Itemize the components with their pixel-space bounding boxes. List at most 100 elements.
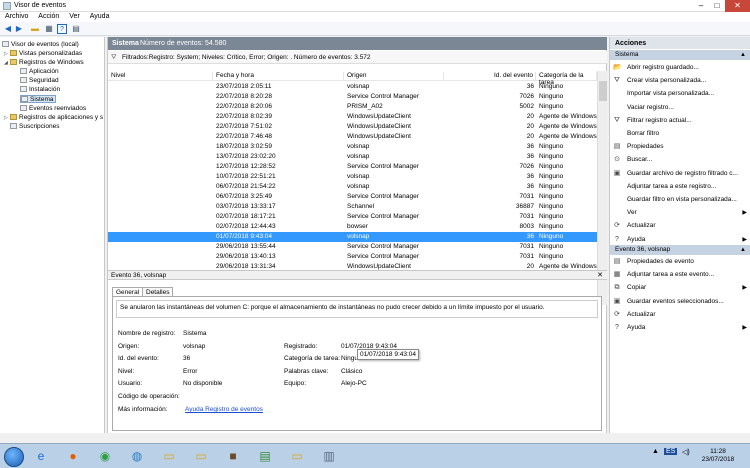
tree-item-app-service-logs[interactable]: ▷ Registros de aplicaciones y s bbox=[4, 114, 103, 122]
table-row[interactable]: !Error06/07/2018 21:54:22volsnap36Ningun… bbox=[108, 182, 597, 192]
collapse-icon[interactable]: ▲ bbox=[740, 245, 746, 255]
firefox-icon[interactable]: ● bbox=[62, 447, 84, 466]
table-row[interactable]: !Error22/07/2018 8:02:39WindowsUpdateCli… bbox=[108, 112, 597, 122]
close-button[interactable]: ✕ bbox=[725, 0, 750, 12]
table-row[interactable]: !Error02/07/2018 12:44:43bowser8003Ningu… bbox=[108, 222, 597, 232]
help-link[interactable]: Ayuda Registro de eventos bbox=[185, 406, 263, 413]
menu-ver[interactable]: Ver bbox=[64, 12, 83, 20]
tree-item-forwarded-events[interactable]: Eventos reenviados bbox=[20, 105, 86, 113]
cell-source: WindowsUpdateClient bbox=[347, 133, 411, 140]
cell-date: 06/07/2018 3:25:49 bbox=[216, 193, 273, 200]
cell-event-id: 7031 bbox=[519, 253, 534, 260]
col-event-id[interactable]: Id. del evento bbox=[444, 72, 536, 81]
action-system-0[interactable]: 📂 Abrir registro guardado... bbox=[613, 63, 749, 75]
menu-archivo[interactable]: Archivo bbox=[0, 12, 31, 20]
label-more-info: Más información: bbox=[118, 406, 168, 413]
scrollbar-thumb[interactable] bbox=[599, 81, 607, 101]
cell-task-category: Ninguno bbox=[539, 253, 564, 260]
network-icon[interactable]: ◍ bbox=[126, 447, 148, 466]
cell-source: bowser bbox=[347, 223, 368, 230]
table-row[interactable]: !Error22/07/2018 7:46:48WindowsUpdateCli… bbox=[108, 132, 597, 142]
table-row[interactable]: !Error18/07/2018 3:02:59volsnap36Ninguno bbox=[108, 142, 597, 152]
table-row[interactable]: !Error23/07/2018 2:05:11volsnap36Ninguno bbox=[108, 82, 597, 92]
close-detail-icon[interactable]: ✕ bbox=[597, 271, 603, 281]
tree-item-system[interactable]: Sistema bbox=[20, 95, 57, 103]
tree-item-windows-logs[interactable]: ◢ Registros de Windows bbox=[4, 59, 84, 67]
action-event-3[interactable]: ▣ Guardar eventos seleccionados... bbox=[613, 297, 749, 309]
menu-ayuda[interactable]: Ayuda bbox=[85, 12, 113, 20]
folder-icon[interactable]: ▬ bbox=[30, 24, 40, 34]
log-name: Sistema bbox=[112, 40, 139, 47]
table-row[interactable]: !Error13/07/2018 23:02:20volsnap36Ningun… bbox=[108, 152, 597, 162]
navigation-tree: Visor de eventos (local) ▷ Vistas persona… bbox=[0, 37, 105, 433]
table-row[interactable]: !Error22/07/2018 8:20:06PRISM_A025002Nin… bbox=[108, 102, 597, 112]
table-row[interactable]: !Error12/07/2018 12:28:52Service Control… bbox=[108, 162, 597, 172]
tree-item-root[interactable]: Visor de eventos (local) bbox=[2, 41, 79, 49]
action-system-9[interactable]: Adjuntar tarea a este registro... bbox=[613, 182, 749, 194]
col-source[interactable]: Origen bbox=[344, 72, 444, 81]
event-viewer-icon[interactable]: ▥ bbox=[318, 447, 340, 466]
folder-icon[interactable]: ▭ bbox=[158, 447, 180, 466]
tree-item-security[interactable]: Seguridad bbox=[20, 77, 59, 85]
cell-task-category: Ninguno bbox=[539, 163, 564, 170]
table-row[interactable]: !Error22/07/2018 8:20:28Service Control … bbox=[108, 92, 597, 102]
action-system-5[interactable]: Borrar filtro bbox=[613, 129, 749, 141]
notepad-icon[interactable]: ▤ bbox=[254, 447, 276, 466]
menu-accion[interactable]: Acción bbox=[33, 12, 62, 20]
table-row[interactable]: !Error02/07/2018 18:17:21Service Control… bbox=[108, 212, 597, 222]
minecraft-icon[interactable]: ■ bbox=[222, 447, 244, 466]
folder-icon-2[interactable]: ▭ bbox=[286, 447, 308, 466]
actions-section-system[interactable]: Sistema ▲ bbox=[610, 50, 750, 60]
tree-item-application[interactable]: Aplicación bbox=[20, 68, 59, 76]
forward-icon[interactable]: ▶ bbox=[14, 24, 24, 34]
ie-icon[interactable]: e bbox=[30, 447, 52, 466]
maximize-button[interactable]: □ bbox=[709, 0, 725, 12]
table-row[interactable]: !Error22/07/2018 7:51:02WindowsUpdateCli… bbox=[108, 122, 597, 132]
table-row[interactable]: !Error10/07/2018 22:51:21volsnap36Ningun… bbox=[108, 172, 597, 182]
table-row[interactable]: !Error29/06/2018 13:40:13Service Control… bbox=[108, 252, 597, 262]
cell-event-id: 36 bbox=[526, 83, 534, 90]
cell-date: 18/07/2018 3:02:59 bbox=[216, 143, 273, 150]
clock[interactable]: 11:28 23/07/2018 bbox=[696, 448, 740, 464]
cell-date: 10/07/2018 22:51:21 bbox=[216, 173, 276, 180]
start-button[interactable] bbox=[4, 447, 24, 467]
back-icon[interactable]: ◀ bbox=[3, 24, 13, 34]
action-system-4[interactable]: ⛛ Filtrar registro actual... bbox=[613, 116, 749, 128]
volume-icon[interactable]: ◁) bbox=[682, 448, 690, 456]
tree-item-setup[interactable]: Instalación bbox=[20, 86, 60, 94]
action-event-0[interactable]: ▤ Propiedades de evento bbox=[613, 257, 749, 269]
tray-expand-icon[interactable]: ▲ bbox=[652, 448, 659, 455]
action-system-7[interactable]: ⊙ Buscar... bbox=[613, 155, 749, 167]
action-system-10[interactable]: Guardar filtro en vista personalizada... bbox=[613, 195, 749, 207]
table-row[interactable]: !Error06/07/2018 3:25:49Service Control … bbox=[108, 192, 597, 202]
table-row[interactable]: !Error03/07/2018 13:33:17Schannel36887Ni… bbox=[108, 202, 597, 212]
col-task-category[interactable]: Categoría de la tarea bbox=[536, 72, 597, 86]
minimize-button[interactable]: – bbox=[693, 0, 709, 12]
table-row[interactable]: !Error29/06/2018 13:55:44Service Control… bbox=[108, 242, 597, 252]
action-system-12[interactable]: ⟳ Actualizar bbox=[613, 221, 749, 233]
tree-item-subscriptions[interactable]: Suscripciones bbox=[10, 123, 59, 131]
taskbar: e ● ◉ ◍ ▭ ▭ ■ ▤ ▭ ▥ ▲ ES ◁) 11:28 23/07/2018 bbox=[0, 443, 750, 468]
action-system-3[interactable]: Vaciar registro... bbox=[613, 103, 749, 115]
action-system-8[interactable]: ▣ Guardar archivo de registro filtrado c.… bbox=[613, 169, 749, 181]
col-level[interactable]: Nivel bbox=[108, 72, 213, 81]
chrome-icon[interactable]: ◉ bbox=[94, 447, 116, 466]
action-system-2[interactable]: Importar vista personalizada... bbox=[613, 89, 749, 101]
actions-section-event[interactable]: Evento 36, volsnap ▲ bbox=[610, 245, 750, 255]
col-date[interactable]: Fecha y hora bbox=[213, 72, 344, 81]
action-system-6[interactable]: ▤ Propiedades bbox=[613, 142, 749, 154]
language-indicator[interactable]: ES bbox=[664, 448, 678, 455]
tree-item-custom-views[interactable]: ▷ Vistas personalizadas bbox=[4, 50, 82, 58]
console-tree-icon[interactable]: ▦ bbox=[44, 24, 54, 34]
action-event-4[interactable]: ⟳ Actualizar bbox=[613, 310, 749, 322]
explorer-icon[interactable]: ▭ bbox=[190, 447, 212, 466]
table-row[interactable]: !Error01/07/2018 9:43:04volsnap36Ninguno bbox=[108, 232, 597, 242]
collapse-icon[interactable]: ▲ bbox=[740, 50, 746, 60]
action-system-11[interactable]: Ver ▶ bbox=[613, 208, 749, 220]
action-pane-icon[interactable]: ▤ bbox=[71, 24, 81, 34]
action-event-5[interactable]: ? Ayuda ▶ bbox=[613, 323, 749, 335]
action-event-2[interactable]: ⧉ Copiar ▶ bbox=[613, 283, 749, 295]
action-system-1[interactable]: ⛛ Crear vista personalizada... bbox=[613, 76, 749, 88]
help-icon[interactable]: ? bbox=[57, 24, 67, 34]
action-event-1[interactable]: ▦ Adjuntar tarea a este evento... bbox=[613, 270, 749, 282]
